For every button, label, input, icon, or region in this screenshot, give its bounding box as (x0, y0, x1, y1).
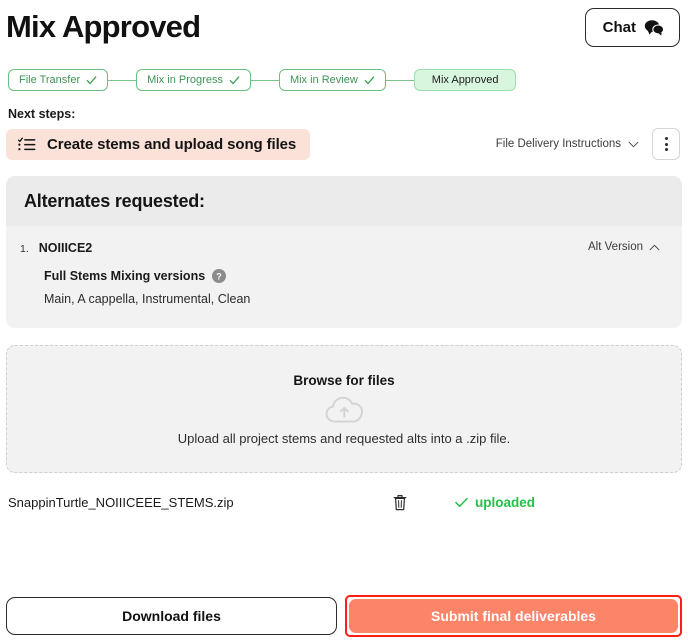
chat-button[interactable]: Chat (584, 8, 680, 47)
alternates-card-body: 1. NOIIICE2 Alt Version Full Stems Mixin… (6, 226, 682, 328)
next-steps-label: Next steps: (8, 107, 76, 121)
next-step-banner[interactable]: Create stems and upload song files (6, 128, 311, 160)
download-files-button[interactable]: Download files (6, 597, 337, 635)
kebab-dot (664, 137, 668, 140)
submit-final-deliverables-button[interactable]: Submit final deliverables (349, 599, 678, 633)
step-connector (108, 79, 137, 81)
mix-approved-page: Mix Approved Chat File Transfer Mix in P… (0, 0, 688, 643)
checklist-icon (18, 137, 36, 152)
alternates-card-header: Alternates requested: (6, 176, 682, 226)
browse-for-files-label: Browse for files (293, 372, 395, 388)
next-step-banner-label: Create stems and upload song files (47, 135, 297, 153)
step-connector (250, 79, 279, 81)
check-icon (364, 75, 375, 86)
alternate-item-heading: 1. NOIIICE2 (20, 241, 92, 255)
page-title: Mix Approved (6, 9, 201, 44)
step-mix-in-progress[interactable]: Mix in Progress (136, 69, 251, 91)
svg-text:?: ? (216, 271, 222, 281)
step-file-transfer[interactable]: File Transfer (8, 69, 109, 91)
chevron-up-icon (649, 244, 660, 251)
alt-version-toggle[interactable]: Alt Version (588, 241, 664, 253)
step-label: Mix in Progress (147, 74, 223, 86)
kebab-menu-icon[interactable] (652, 128, 680, 160)
uploaded-file-name: SnappinTurtle_NOIIICEEE_STEMS.zip (8, 495, 234, 510)
alternate-item: 1. NOIIICE2 Alt Version (20, 241, 664, 255)
file-delivery-instructions-toggle[interactable]: File Delivery Instructions (496, 138, 639, 150)
upload-status: uploaded (455, 495, 535, 510)
alt-version-label: Alt Version (588, 241, 643, 253)
trash-icon[interactable] (388, 494, 412, 511)
next-steps-actions: File Delivery Instructions (496, 128, 682, 160)
alternates-card: Alternates requested: 1. NOIIICE2 Alt Ve… (6, 176, 682, 328)
step-mix-in-review[interactable]: Mix in Review (278, 69, 386, 91)
dropzone-subtitle: Upload all project stems and requested a… (177, 430, 511, 446)
check-icon (86, 75, 97, 86)
chevron-down-icon (628, 141, 639, 148)
alternates-title: Alternates requested: (24, 191, 205, 211)
chat-bubbles-icon (644, 19, 664, 36)
progress-stepper: File Transfer Mix in Progress Mix in Rev… (6, 69, 682, 91)
alternate-name: NOIIICE2 (38, 241, 93, 255)
step-label: Mix Approved (431, 74, 499, 86)
help-circle-icon[interactable]: ? (212, 269, 227, 283)
uploaded-file-row: SnappinTurtle_NOIIICEEE_STEMS.zip upload… (6, 494, 682, 511)
file-delivery-instructions-label: File Delivery Instructions (495, 138, 621, 150)
alternate-values: Main, A cappella, Instrumental, Clean (44, 292, 251, 306)
alternate-index: 1. (20, 243, 29, 255)
step-connector (385, 79, 414, 81)
chat-button-label: Chat (602, 19, 636, 36)
check-icon (229, 75, 240, 86)
alternate-subtitle-row: Full Stems Mixing versions ? (44, 269, 664, 283)
alternate-details: Full Stems Mixing versions ? Main, A cap… (20, 269, 664, 306)
step-mix-approved[interactable]: Mix Approved (413, 69, 517, 91)
kebab-dot (664, 142, 668, 146)
page-header: Mix Approved Chat (6, 0, 682, 56)
next-steps-row: Create stems and upload song files File … (6, 128, 682, 160)
upload-status-label: uploaded (475, 495, 535, 510)
cloud-upload-icon (324, 395, 364, 424)
kebab-dot (664, 148, 668, 151)
alternate-subtitle: Full Stems Mixing versions (44, 269, 206, 283)
submit-highlight-frame: Submit final deliverables (345, 595, 682, 637)
step-label: File Transfer (19, 74, 81, 86)
check-icon (455, 497, 468, 508)
step-label: Mix in Review (289, 74, 358, 86)
footer-actions: Download files Submit final deliverables (6, 595, 682, 637)
file-dropzone[interactable]: Browse for files Upload all project stem… (6, 345, 682, 473)
